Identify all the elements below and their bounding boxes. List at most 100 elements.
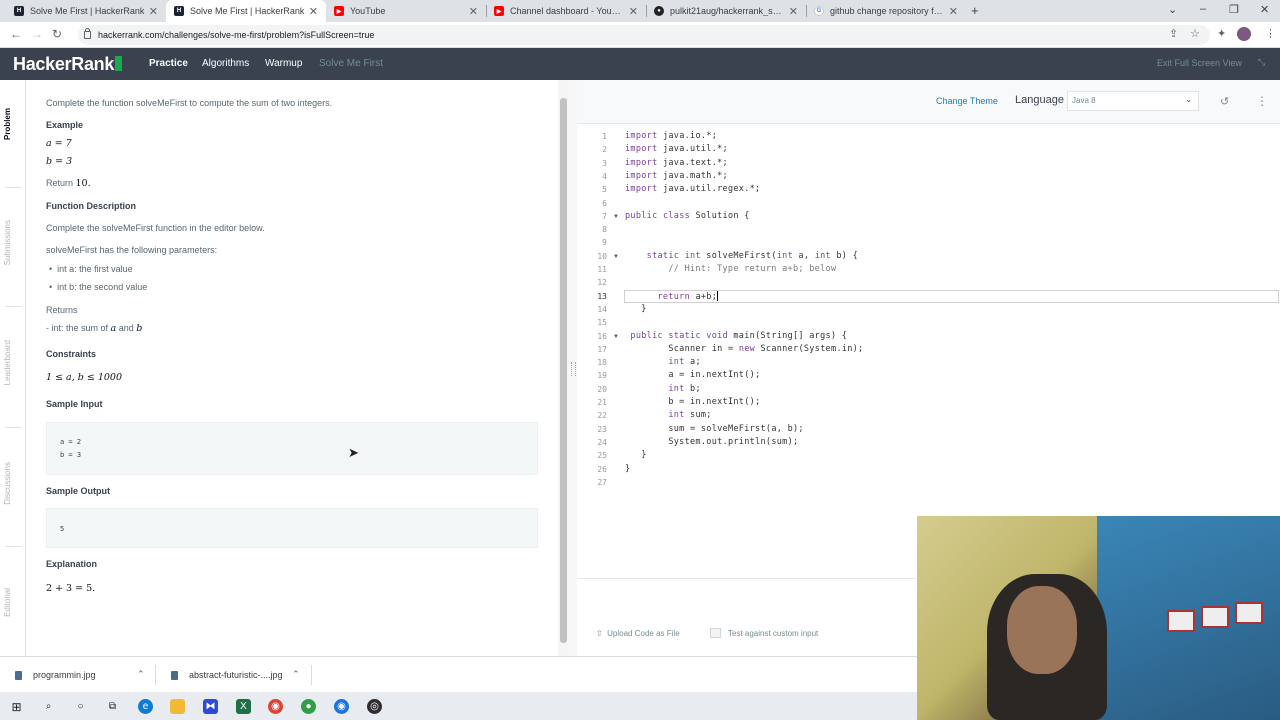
- sample-output-heading: Sample Output: [46, 486, 111, 496]
- history-icon[interactable]: ↺: [1220, 95, 1229, 108]
- close-tab-icon[interactable]: ✕: [149, 5, 158, 18]
- function-description-heading: Function Description: [46, 201, 136, 211]
- close-tab-icon[interactable]: ✕: [789, 5, 798, 18]
- close-tab-icon[interactable]: ✕: [309, 5, 318, 18]
- tab-editorial[interactable]: Editorial: [3, 588, 12, 617]
- browser-tab[interactable]: ● pulkit21aug/hackerrank_solution ✕: [646, 0, 806, 22]
- edge-icon[interactable]: e: [138, 699, 153, 714]
- line-number: 4: [602, 171, 607, 181]
- maps-icon[interactable]: ◉: [334, 699, 349, 714]
- minimize-icon[interactable]: –: [1200, 3, 1206, 15]
- line-number: 27: [597, 477, 607, 487]
- tab-search-icon[interactable]: ⌄: [1168, 3, 1177, 16]
- tab-submissions[interactable]: Submissions: [3, 220, 12, 265]
- line-number: 12: [597, 278, 607, 288]
- tab-divider: [5, 306, 21, 307]
- line-number: 11: [597, 265, 607, 274]
- webcam-overlay: [917, 516, 1280, 720]
- browser-tab[interactable]: ▶ Channel dashboard - YouTube St ✕: [486, 0, 646, 22]
- language-label: Language: [1015, 94, 1064, 106]
- explanation-heading: Explanation: [46, 559, 98, 569]
- google-icon: G: [814, 6, 824, 16]
- code-line: import java.util.regex.*;: [625, 184, 761, 195]
- explanation-text: 2 + 3 = 5.: [46, 583, 96, 594]
- tab-problem[interactable]: Problem: [3, 108, 12, 140]
- excel-icon[interactable]: X: [236, 699, 251, 714]
- new-tab-button[interactable]: +: [971, 3, 979, 18]
- fold-arrow-icon[interactable]: ▼: [613, 254, 619, 260]
- fold-arrow-icon[interactable]: ▼: [613, 334, 619, 340]
- url-input[interactable]: hackerrank.com/challenges/solve-me-first…: [78, 25, 1210, 45]
- close-tab-icon[interactable]: ✕: [949, 5, 958, 18]
- close-tab-icon[interactable]: ✕: [629, 5, 638, 18]
- browser-tab[interactable]: G github change repository from p ✕: [806, 0, 966, 22]
- code-line: import java.io.*;: [625, 131, 718, 141]
- browser-tab[interactable]: H Solve Me First | HackerRank ✕: [6, 0, 166, 22]
- language-value: Java 8: [1072, 96, 1096, 105]
- download-item[interactable]: abstract-futuristic-....jpg: [171, 670, 283, 680]
- tab-discussions[interactable]: Discussions: [3, 462, 12, 505]
- restore-icon[interactable]: ❐: [1229, 3, 1239, 16]
- reload-icon[interactable]: ↻: [52, 27, 62, 41]
- youtube-studio-icon: ▶: [494, 6, 504, 16]
- browser-menu-icon[interactable]: ⋮: [1265, 27, 1276, 40]
- code-line: sum = solveMeFirst(a, b);: [668, 423, 804, 434]
- obs-icon[interactable]: ◎: [367, 699, 382, 714]
- close-tab-icon[interactable]: ✕: [469, 5, 478, 18]
- upload-code-button[interactable]: ⇧ Upload Code as File: [596, 629, 680, 638]
- line-number: 2: [602, 145, 607, 155]
- extensions-icon[interactable]: ✦: [1217, 27, 1226, 40]
- line-number: 8: [602, 225, 607, 235]
- webcam-face: [1007, 586, 1077, 674]
- exit-full-screen-link[interactable]: Exit Full Screen View: [1157, 58, 1242, 68]
- code-line: public class Solution {: [625, 210, 750, 221]
- chevron-up-icon[interactable]: ⌃: [292, 669, 300, 680]
- function-description-text: Complete the solveMeFirst function in th…: [46, 223, 265, 233]
- vertical-tab-bar: Problem Submissions Leaderboard Discussi…: [0, 80, 26, 656]
- browser-tab[interactable]: ▶ YouTube ✕: [326, 0, 486, 22]
- forward-icon[interactable]: →: [31, 27, 43, 41]
- search-icon[interactable]: ⌕: [41, 699, 56, 714]
- vscode-icon[interactable]: ⧓: [203, 699, 218, 714]
- language-select[interactable]: Java 8 ⌄: [1067, 91, 1199, 111]
- sample-input-line: b = 3: [60, 451, 82, 459]
- code-area[interactable]: 1 import java.io.*; 2 import java.util.*; 3 i…: [577, 125, 1280, 578]
- problem-intro: Complete the function solveMeFirst to co…: [46, 98, 333, 108]
- green-app-icon[interactable]: ●: [301, 699, 316, 714]
- breadcrumb-algorithms[interactable]: Algorithms: [202, 58, 249, 69]
- fold-arrow-icon[interactable]: ▼: [613, 214, 619, 220]
- hackerrank-logo[interactable]: HackerRank: [13, 54, 123, 75]
- code-line: // Hint: Type return a+b; below: [625, 264, 837, 274]
- breadcrumb-practice[interactable]: Practice: [149, 58, 188, 69]
- more-options-icon[interactable]: ⋮: [1256, 94, 1268, 108]
- exit-full-screen-icon[interactable]: ⤡: [1258, 57, 1265, 68]
- url-text: hackerrank.com/challenges/solve-me-first…: [98, 30, 375, 40]
- bookmark-star-icon[interactable]: ☆: [1190, 27, 1200, 40]
- download-item[interactable]: programmin.jpg: [15, 670, 96, 680]
- back-icon[interactable]: ←: [10, 27, 22, 41]
- close-window-icon[interactable]: ✕: [1260, 3, 1269, 16]
- problem-scrollbar-thumb[interactable]: [560, 98, 567, 643]
- file-explorer-icon[interactable]: [170, 699, 185, 714]
- line-number: 22: [597, 411, 607, 421]
- test-custom-input-label[interactable]: Test against custom input: [728, 629, 818, 638]
- wall-frame: [1235, 602, 1263, 624]
- hackerrank-icon: H: [14, 6, 24, 16]
- chrome-icon[interactable]: ◉: [268, 699, 283, 714]
- example-b: b = 3: [46, 156, 73, 167]
- task-view-icon[interactable]: ⧉: [105, 699, 120, 714]
- change-theme-link[interactable]: Change Theme: [936, 96, 998, 106]
- profile-avatar[interactable]: [1237, 27, 1251, 41]
- pane-splitter[interactable]: [568, 80, 577, 656]
- breadcrumb-warmup[interactable]: Warmup: [265, 58, 302, 69]
- windows-start-icon[interactable]: ⊞: [9, 699, 24, 714]
- line-number: 15: [597, 318, 607, 328]
- chevron-up-icon[interactable]: ⌃: [137, 669, 145, 680]
- test-custom-input-checkbox[interactable]: [710, 628, 721, 638]
- tab-leaderboard[interactable]: Leaderboard: [3, 340, 12, 385]
- cortana-icon[interactable]: ○: [73, 699, 88, 714]
- code-line: a = in.nextInt();: [668, 370, 761, 381]
- sample-output-line: 5: [60, 525, 65, 533]
- share-icon[interactable]: ⇪: [1169, 27, 1178, 40]
- browser-tab-active[interactable]: H Solve Me First | HackerRank ✕: [166, 0, 326, 22]
